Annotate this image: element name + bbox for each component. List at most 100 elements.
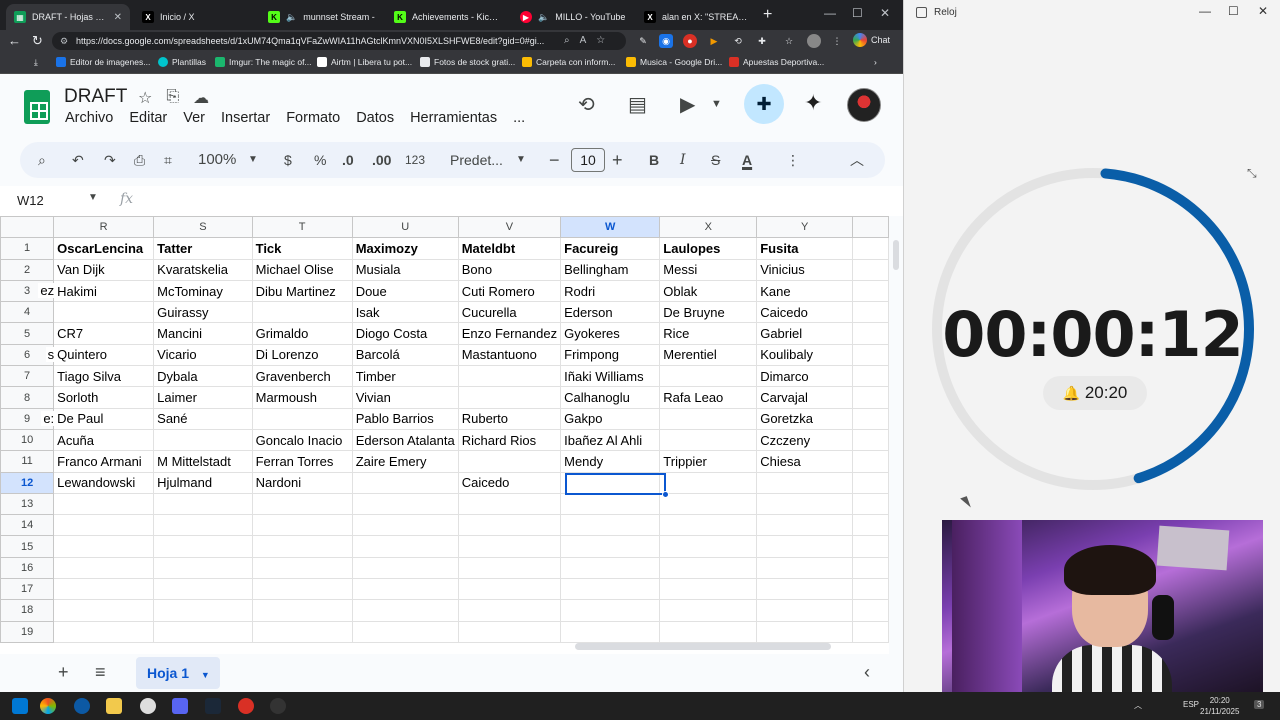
chevron-down-icon[interactable]: ▼	[711, 98, 722, 110]
menu-formato[interactable]: Formato	[286, 110, 340, 126]
extension-icon[interactable]: ●	[683, 34, 697, 48]
row-header[interactable]: 16	[0, 556, 55, 580]
more-vert-icon[interactable]: ⋮	[830, 34, 844, 48]
cell[interactable]	[153, 599, 253, 622]
language-indicator[interactable]: ESP	[1183, 700, 1199, 709]
site-info-icon[interactable]: ⚙	[60, 32, 68, 50]
cell[interactable]	[53, 599, 155, 622]
maximize-icon[interactable]: ☐	[1228, 4, 1239, 18]
cell[interactable]: Pablo Barrios	[351, 407, 459, 430]
cell[interactable]	[53, 492, 155, 516]
cell[interactable]: Doue	[351, 279, 459, 303]
cell[interactable]	[852, 258, 889, 281]
cell[interactable]	[659, 514, 758, 537]
cell[interactable]: Merentiel	[659, 343, 758, 367]
steam-icon[interactable]	[205, 698, 221, 714]
chevron-left-icon[interactable]: ‹	[864, 662, 870, 683]
cell[interactable]	[852, 620, 889, 643]
cell[interactable]: CR7	[53, 322, 155, 345]
cell[interactable]: Chiesa	[756, 450, 854, 473]
chat-button[interactable]: Chat	[853, 33, 890, 47]
cell[interactable]: Laulopes	[659, 237, 758, 260]
cell[interactable]	[457, 599, 562, 622]
chrome-icon[interactable]	[140, 698, 156, 714]
extension-icon[interactable]: ◉	[659, 34, 673, 48]
cell[interactable]: De Bruyne	[659, 301, 758, 324]
discord-icon[interactable]	[172, 698, 188, 714]
cell[interactable]	[852, 237, 889, 260]
cell[interactable]	[852, 599, 889, 622]
column-header-y[interactable]: Y	[756, 216, 854, 239]
cell[interactable]: Goretzka	[756, 407, 854, 430]
cell[interactable]: Vinicius	[756, 258, 854, 281]
sheets-logo-icon[interactable]	[24, 90, 50, 124]
row-header[interactable]: 13	[0, 492, 55, 516]
cell[interactable]	[659, 492, 758, 516]
tab-x-alan[interactable]: X alan en X: "STREAMER	[636, 4, 760, 30]
search-icon[interactable]: ⌕	[38, 142, 46, 178]
cell[interactable]	[756, 556, 854, 580]
cell[interactable]: Diogo Costa	[351, 322, 459, 345]
app-icon[interactable]	[238, 698, 254, 714]
copilot-icon[interactable]	[40, 698, 56, 714]
cell[interactable]	[251, 407, 353, 430]
cell[interactable]	[756, 492, 854, 516]
cell[interactable]	[153, 428, 253, 452]
start-icon[interactable]	[12, 698, 28, 714]
cell[interactable]	[852, 471, 889, 494]
cell[interactable]	[756, 599, 854, 622]
horizontal-scrollbar[interactable]	[575, 643, 831, 650]
cell[interactable]: De Paul	[53, 407, 155, 430]
text-color-button[interactable]: A	[742, 142, 752, 178]
cell[interactable]: Richard Rios	[457, 428, 562, 452]
cell[interactable]	[153, 620, 253, 643]
menu-archivo[interactable]: Archivo	[65, 110, 113, 126]
cell[interactable]	[852, 365, 889, 388]
cell[interactable]: Carvajal	[756, 386, 854, 409]
cell[interactable]: Ruberto	[457, 407, 562, 430]
add-sheet-button[interactable]: +	[58, 662, 69, 683]
cell[interactable]: Cucurella	[457, 301, 562, 324]
cell[interactable]	[153, 492, 253, 516]
back-icon[interactable]: ←	[8, 33, 21, 48]
cell[interactable]: Timber	[351, 365, 459, 388]
cell[interactable]: Acuña	[53, 428, 155, 452]
sheet-tab[interactable]: Hoja 1 ▼	[136, 657, 220, 689]
redo-icon[interactable]: ↷	[104, 142, 116, 178]
chevron-up-icon[interactable]: ︿	[1134, 700, 1142, 711]
currency-button[interactable]: $	[284, 142, 292, 178]
chevron-up-icon[interactable]: ︿	[850, 142, 864, 178]
row-header[interactable]: 17	[0, 578, 55, 601]
cell[interactable]: Van Dijk	[53, 258, 155, 281]
cell[interactable]	[756, 620, 854, 643]
row-header[interactable]: 12	[0, 471, 55, 494]
cell[interactable]	[659, 428, 758, 452]
cell[interactable]	[560, 556, 661, 580]
column-header-s[interactable]: S	[153, 216, 253, 239]
cell[interactable]	[852, 407, 889, 430]
puzzle-icon[interactable]: ✚	[755, 34, 769, 48]
cell[interactable]	[251, 599, 353, 622]
menu-more[interactable]: ...	[513, 110, 525, 126]
chevron-down-icon[interactable]: ▼	[248, 142, 258, 178]
cell[interactable]: Vicario	[153, 343, 253, 367]
undo-icon[interactable]: ↶	[72, 142, 84, 178]
cell[interactable]	[852, 514, 889, 537]
cell[interactable]: Tatter	[153, 237, 253, 260]
fill-handle[interactable]	[662, 491, 669, 498]
cell[interactable]	[251, 514, 353, 537]
obs-icon[interactable]	[270, 698, 286, 714]
cell[interactable]: Dimarco	[756, 365, 854, 388]
chevron-right-icon[interactable]: ›	[874, 57, 877, 67]
comments-icon[interactable]: ▤	[628, 92, 647, 117]
cell[interactable]	[457, 386, 562, 409]
minimize-icon[interactable]: —	[824, 6, 836, 20]
row-header[interactable]: 7	[0, 365, 55, 388]
cell[interactable]: Rodri	[560, 279, 661, 303]
bookmark-star-icon[interactable]: ☆	[596, 32, 605, 50]
print-icon[interactable]: ⎙	[134, 142, 145, 178]
cell[interactable]	[560, 599, 661, 622]
cell[interactable]	[53, 301, 155, 324]
cell[interactable]: Ederson	[560, 301, 661, 324]
cell[interactable]	[852, 279, 889, 303]
